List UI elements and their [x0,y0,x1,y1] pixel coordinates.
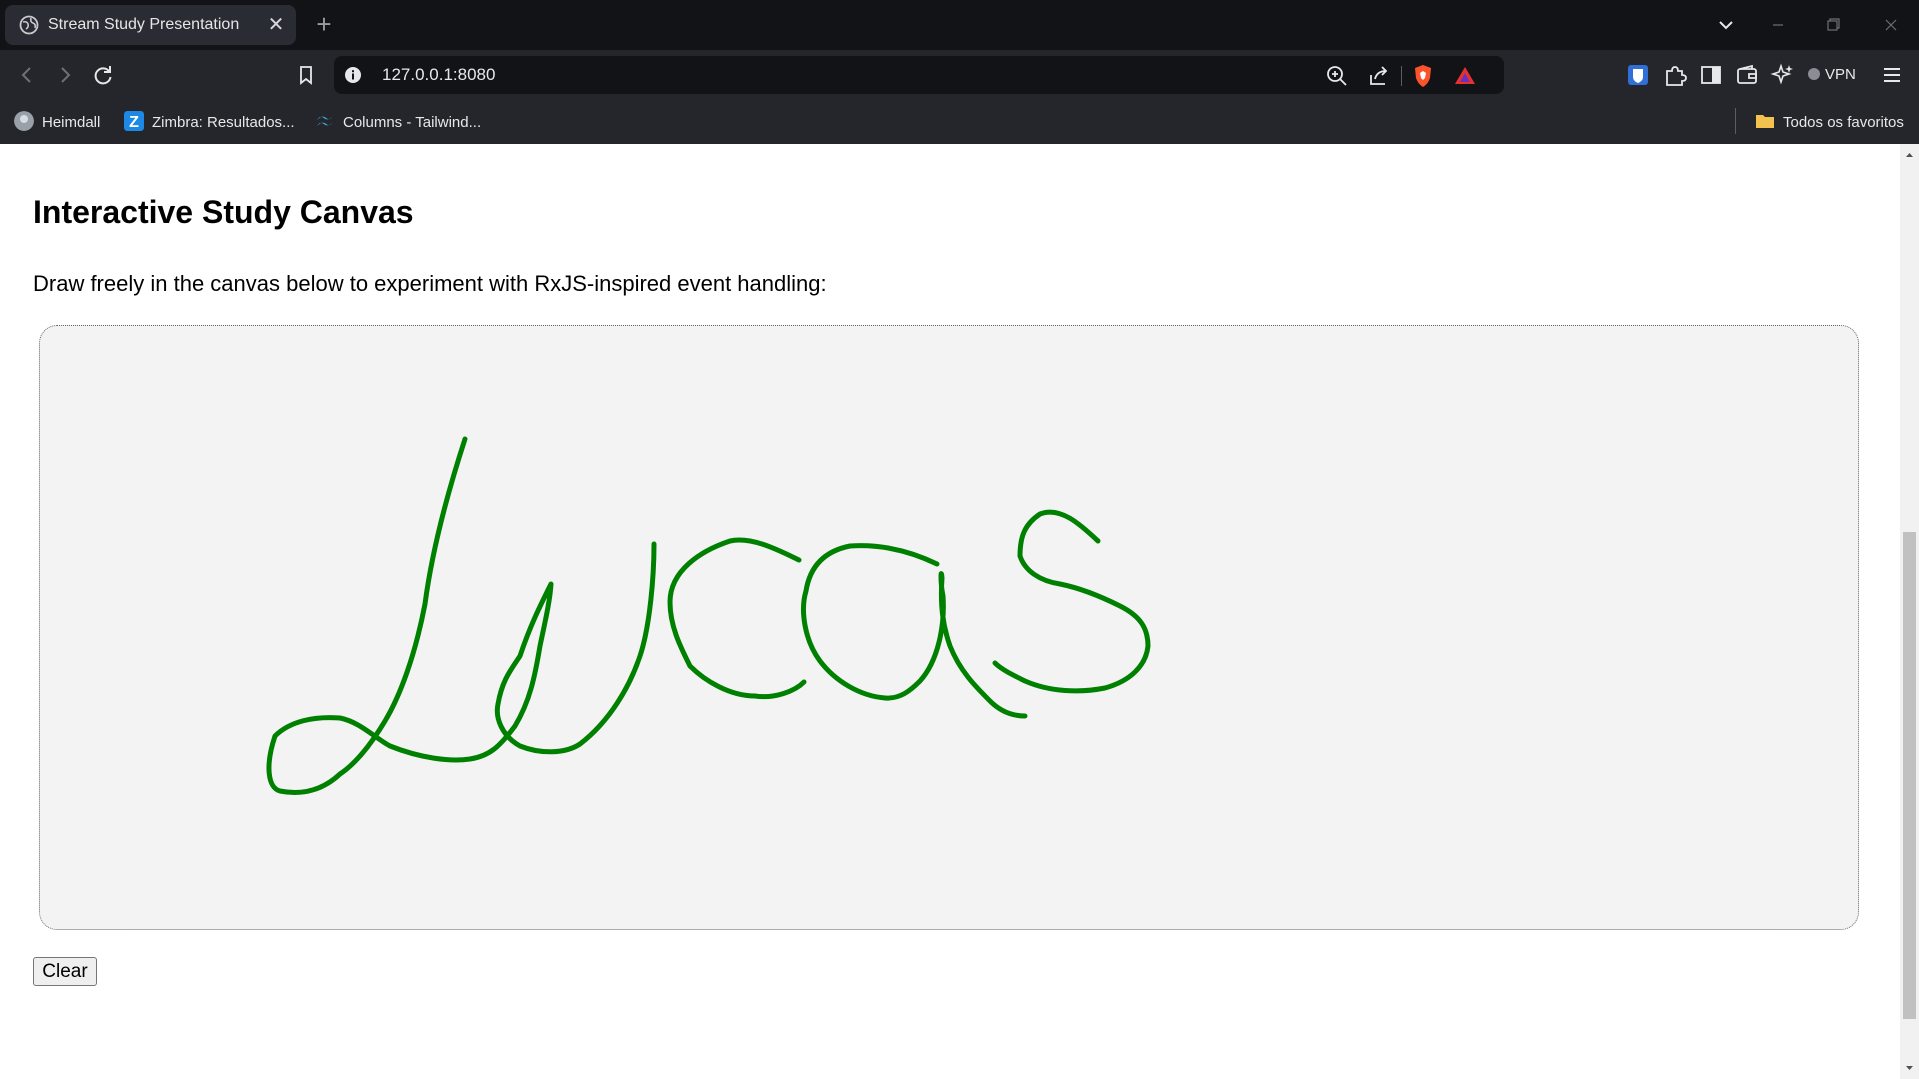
back-icon[interactable] [13,61,41,89]
bitwarden-extension-icon[interactable] [1624,61,1652,89]
bookmark-tailwind[interactable]: Columns - Tailwind... [315,111,481,133]
browser-tab[interactable]: Stream Study Presentation ✕ [5,5,296,45]
bookmark-label: Heimdall [42,114,101,131]
bookmarks-divider [1735,108,1736,134]
folder-icon [1756,115,1774,128]
tailwind-icon [317,116,333,126]
browser-titlebar: Stream Study Presentation ✕ + [0,0,1919,50]
minimize-icon[interactable] [1755,8,1801,42]
bookmark-page-icon[interactable] [292,61,320,89]
leo-ai-icon[interactable] [1769,61,1797,89]
page-title: Interactive Study Canvas [33,194,414,230]
page-content: Interactive Study Canvas Draw freely in … [0,144,1900,1079]
tab-title: Stream Study Presentation [48,16,240,33]
new-tab-plus-icon[interactable]: + [311,9,337,39]
bookmark-label: Zimbra: Resultados... [152,114,295,131]
sidebar-toggle-icon[interactable] [1697,61,1725,89]
scrollbar-thumb[interactable] [1903,532,1916,1019]
drawing-canvas[interactable] [39,325,1859,930]
scroll-up-arrow-icon[interactable] [1903,148,1916,162]
forward-icon[interactable] [51,61,79,89]
close-window-icon[interactable] [1868,8,1914,42]
scroll-down-arrow-icon[interactable] [1903,1061,1916,1075]
drawn-stroke-4 [992,509,1151,694]
drawn-stroke-1 [266,436,657,795]
bookmarks-bar: Heimdall Z Zimbra: Resultados... Columns… [0,100,1919,144]
restore-icon[interactable] [1810,8,1856,42]
url-text[interactable]: 127.0.0.1:8080 [382,65,495,85]
site-info-icon[interactable] [344,66,362,84]
all-bookmarks-label: Todos os favoritos [1783,114,1904,131]
menu-hamburger-icon[interactable] [1878,61,1906,89]
page-description: Draw freely in the canvas below to exper… [33,271,827,296]
bookmark-heimdall[interactable]: Heimdall [14,111,100,133]
bookmark-zimbra[interactable]: Z Zimbra: Resultados... [124,111,295,133]
all-bookmarks-folder[interactable]: Todos os favoritos [1755,111,1904,133]
drawn-stroke-3 [801,543,1028,719]
vpn-status-dot-icon [1808,68,1820,80]
globe-icon [19,15,39,35]
brave-shields-icon[interactable] [1410,63,1436,89]
address-bar[interactable]: 127.0.0.1:8080 [334,56,1504,94]
zimbra-icon: Z [124,111,144,131]
brave-rewards-icon[interactable] [1452,63,1478,89]
reload-icon[interactable] [89,61,117,89]
tab-close-icon[interactable]: ✕ [265,14,287,36]
browser-toolbar: 127.0.0.1:8080 VPN [0,50,1919,100]
wallet-icon[interactable] [1733,61,1761,89]
tab-list-chevron-icon[interactable] [1714,13,1738,37]
clear-button[interactable]: Clear [33,957,97,986]
share-icon[interactable] [1366,63,1392,89]
svg-text:Z: Z [129,114,139,131]
zoom-icon[interactable] [1324,63,1350,89]
bookmark-label: Columns - Tailwind... [343,114,482,131]
omnibox-divider [1401,66,1402,86]
drawn-stroke-2 [667,537,807,700]
vpn-label: VPN [1825,66,1856,83]
extensions-puzzle-icon[interactable] [1661,61,1689,89]
drawing-strokes [266,436,1151,795]
heimdall-icon [14,111,34,131]
vpn-button[interactable]: VPN [1808,60,1870,90]
